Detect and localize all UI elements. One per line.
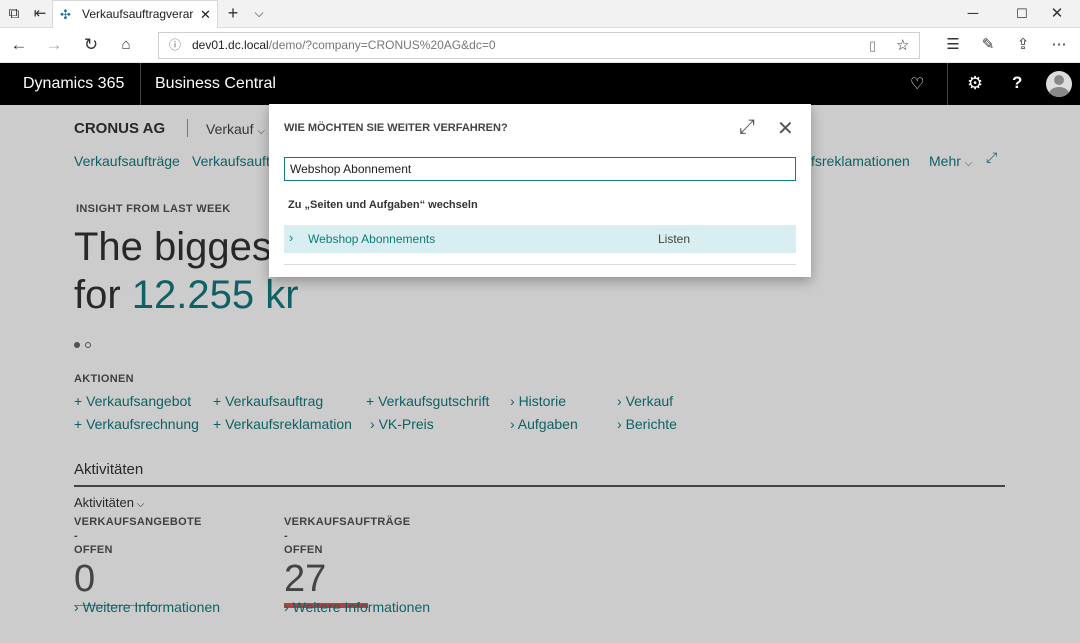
result-category: Listen [658, 232, 691, 246]
brand-name[interactable]: Dynamics 365 [23, 75, 124, 93]
close-dialog-icon[interactable]: ✕ [777, 116, 794, 141]
favorites-hub-icon[interactable]: ☰ [942, 35, 964, 55]
header-divider-2 [947, 63, 948, 105]
tab-title: Verkaufsauftragverarbei [82, 7, 194, 21]
forward-icon[interactable]: → [43, 35, 65, 55]
result-divider [284, 264, 796, 265]
chevron-right-icon: › [289, 230, 294, 245]
pen-icon[interactable]: ✎ [977, 35, 999, 55]
url-host: dev01.dc.local [192, 38, 269, 52]
close-window-icon[interactable]: ✕ [1046, 4, 1068, 24]
refresh-icon[interactable]: ↻ [80, 35, 102, 55]
close-tab-icon[interactable]: ✕ [200, 1, 211, 28]
expand-dialog-icon[interactable]: ⤢ [739, 116, 755, 139]
url-text: dev01.dc.local/demo/?company=CRONUS%20AG… [192, 33, 496, 58]
settings-gear-icon[interactable]: ⚙ [967, 73, 983, 94]
home-icon[interactable]: ⌂ [115, 35, 137, 55]
browser-nav-bar: ← → ↻ ⌂ ⓘ dev01.dc.local/demo/?company=C… [0, 28, 1080, 63]
avatar-head [1054, 75, 1064, 85]
url-path: /demo/?company=CRONUS%20AG&dc=0 [268, 38, 496, 52]
section-heading: Zu „Seiten und Aufgaben“ wechseln [288, 199, 478, 211]
help-icon[interactable]: ? [1012, 73, 1022, 93]
app-header: Dynamics 365 Business Central ♡ ⚙ ? [0, 63, 1080, 105]
favorite-star-icon[interactable]: ☆ [896, 33, 909, 58]
back-icon[interactable]: ← [8, 35, 30, 55]
dialog-title: WIE MÖCHTEN SIE WEITER VERFAHREN? [284, 122, 508, 134]
header-divider [140, 63, 141, 105]
info-icon: ⓘ [169, 38, 182, 52]
share-icon[interactable]: ⇪ [1012, 35, 1034, 55]
minimize-icon[interactable]: ─ [962, 4, 984, 24]
result-name: Webshop Abonnements [308, 232, 436, 246]
browser-tab-bar: ⧉ ⇤ ✣ Verkaufsauftragverarbei ✕ + ⌵ ─ ☐ … [0, 0, 1080, 28]
tell-me-dialog: WIE MÖCHTEN SIE WEITER VERFAHREN? ⤢ ✕ Zu… [269, 104, 811, 277]
product-name[interactable]: Business Central [155, 75, 276, 93]
avatar-body [1049, 87, 1069, 97]
browser-tab[interactable]: ✣ Verkaufsauftragverarbei ✕ [52, 0, 218, 28]
tab-actions-icon[interactable]: ⧉ [3, 4, 25, 24]
avatar[interactable] [1046, 71, 1072, 97]
address-bar[interactable]: ⓘ dev01.dc.local/demo/?company=CRONUS%20… [158, 32, 920, 59]
new-tab-icon[interactable]: + [222, 3, 244, 23]
maximize-icon[interactable]: ☐ [1011, 4, 1033, 24]
dynamics-tab-icon: ✣ [60, 7, 71, 22]
more-icon[interactable]: ⋯ [1048, 35, 1070, 55]
set-aside-tabs-icon[interactable]: ⇤ [29, 4, 51, 24]
reading-view-icon[interactable]: ▯ [869, 33, 876, 58]
lightbulb-icon[interactable]: ♡ [910, 74, 924, 94]
search-input[interactable] [284, 157, 796, 181]
result-row[interactable]: › Webshop Abonnements Listen [284, 225, 796, 253]
tab-list-chevron-icon[interactable]: ⌵ [248, 3, 270, 23]
